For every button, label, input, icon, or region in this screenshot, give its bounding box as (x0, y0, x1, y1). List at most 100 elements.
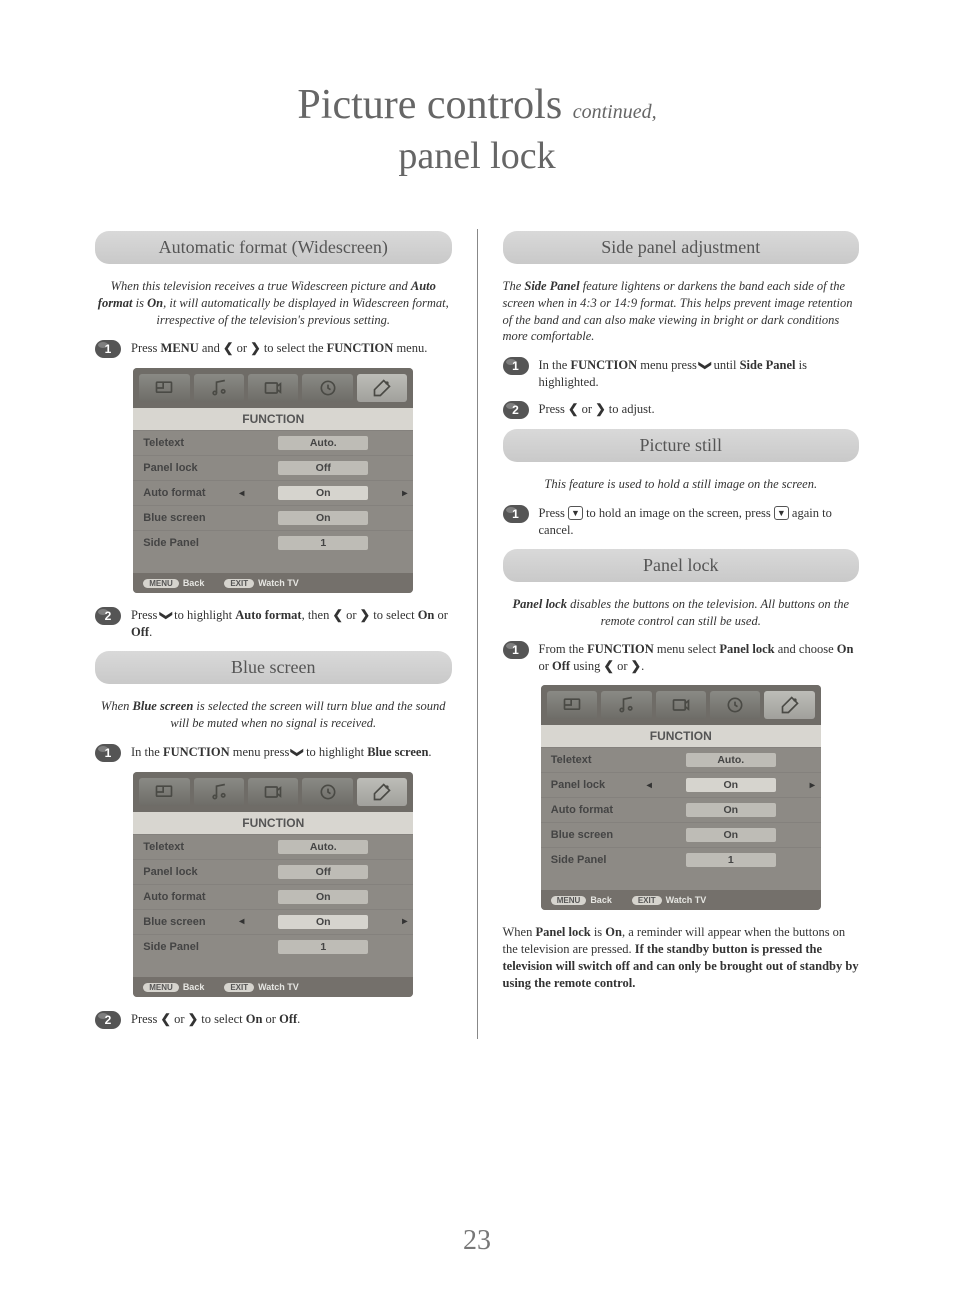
still-button-icon: ▼ (774, 506, 789, 520)
osd-tab-icon (248, 778, 298, 806)
intro-blue-screen: When Blue screen is selected the screen … (95, 698, 452, 732)
intro-panel-lock: Panel lock disables the buttons on the t… (503, 596, 860, 630)
left-triangle-icon: ◂ (239, 463, 244, 474)
right-triangle-icon: ▸ (810, 830, 815, 841)
section-heading-panel-lock: Panel lock (503, 549, 860, 582)
osd-row-label: Auto format (143, 891, 243, 903)
osd-tab-icon (710, 691, 760, 719)
left-triangle-icon: ◂ (647, 755, 652, 766)
osd-footer-watch: Watch TV (666, 895, 707, 905)
panel-lock-note: When Panel lock is On, a reminder will a… (503, 924, 860, 992)
osd-row-value: Off (278, 865, 368, 879)
osd-row-value: On (686, 778, 776, 792)
osd-icon-row (541, 685, 821, 725)
left-triangle-icon: ◂ (647, 780, 652, 791)
osd-tab-icon (194, 778, 244, 806)
section-heading-picture-still: Picture still (503, 429, 860, 462)
osd-row: Side Panel◂1▸ (541, 847, 821, 872)
left-triangle-icon: ◂ (239, 941, 244, 952)
exit-pill-icon: EXIT (224, 983, 254, 992)
osd-row-value: On (278, 511, 368, 525)
osd-row: Blue screen◂On▸ (541, 822, 821, 847)
right-arrow-icon: ❯ (631, 659, 641, 673)
menu-pill-icon: MENU (143, 579, 179, 588)
osd-row-label: Panel lock (143, 462, 243, 474)
down-arrow-icon: ❯ (697, 360, 714, 370)
right-triangle-icon: ▸ (810, 805, 815, 816)
step-auto-format-2: 2 Press ❯ to highlight Auto format, then… (95, 607, 452, 641)
right-triangle-icon: ▸ (402, 891, 407, 902)
osd-row-value: 1 (278, 536, 368, 550)
step-text: Press ▼ to hold an image on the screen, … (539, 505, 860, 539)
osd-row: Panel lock◂Off▸ (133, 859, 413, 884)
osd-menu-panel-lock: FUNCTIONTeletext◂Auto.▸Panel lock◂On▸Aut… (541, 685, 821, 910)
osd-row-value: Auto. (278, 840, 368, 854)
step-blue-screen-1: 1 In the FUNCTION menu press ❯ to highli… (95, 744, 452, 762)
osd-row-label: Teletext (551, 754, 651, 766)
osd-tab-icon (194, 374, 244, 402)
step-text: Press ❮ or ❯ to adjust. (539, 401, 860, 419)
osd-row-label: Blue screen (143, 512, 243, 524)
osd-footer: MENUBackEXITWatch TV (133, 977, 413, 997)
step-number-icon: 2 (95, 607, 121, 625)
title-sub: panel lock (398, 135, 555, 177)
exit-pill-icon: EXIT (224, 579, 254, 588)
osd-tab-icon (302, 778, 352, 806)
osd-row-label: Teletext (143, 437, 243, 449)
osd-row-label: Blue screen (143, 916, 243, 928)
osd-menu-auto-format: FUNCTIONTeletext◂Auto.▸Panel lock◂Off▸Au… (133, 368, 413, 593)
left-arrow-icon: ❮ (161, 1012, 171, 1026)
osd-row-label: Side Panel (551, 854, 651, 866)
intro-auto-format: When this television receives a true Wid… (95, 278, 452, 329)
osd-row: Auto format◂On▸ (541, 797, 821, 822)
osd-row-label: Panel lock (551, 779, 651, 791)
osd-tab-icon (302, 374, 352, 402)
osd-tab-icon (248, 374, 298, 402)
right-triangle-icon: ▸ (402, 866, 407, 877)
osd-footer-watch: Watch TV (258, 578, 299, 588)
osd-row: Blue screen◂On▸ (133, 909, 413, 934)
right-triangle-icon: ▸ (810, 855, 815, 866)
osd-row: Teletext◂Auto.▸ (541, 747, 821, 772)
step-number-icon: 2 (95, 1011, 121, 1029)
step-number-icon: 2 (503, 401, 529, 419)
osd-tab-icon (139, 778, 189, 806)
left-arrow-icon: ❮ (568, 402, 578, 416)
page-number: 23 (0, 1225, 954, 1257)
osd-row: Teletext◂Auto.▸ (133, 430, 413, 455)
osd-title: FUNCTION (133, 408, 413, 430)
right-triangle-icon: ▸ (402, 941, 407, 952)
osd-row-value: 1 (278, 940, 368, 954)
right-arrow-icon: ❯ (250, 341, 260, 355)
right-arrow-icon: ❯ (595, 402, 605, 416)
title-main: Picture controls (297, 82, 562, 128)
osd-row: Panel lock◂Off▸ (133, 455, 413, 480)
left-arrow-icon: ❮ (603, 659, 613, 673)
step-side-panel-1: 1 In the FUNCTION menu press ❯ until Sid… (503, 357, 860, 391)
osd-title: FUNCTION (541, 725, 821, 747)
osd-tab-icon (357, 374, 407, 402)
exit-pill-icon: EXIT (632, 896, 662, 905)
osd-title: FUNCTION (133, 812, 413, 834)
osd-row: Side Panel◂1▸ (133, 934, 413, 959)
left-arrow-icon: ❮ (223, 341, 233, 355)
step-number-icon: 1 (503, 505, 529, 523)
osd-row: Blue screen◂On▸ (133, 505, 413, 530)
osd-footer: MENUBackEXITWatch TV (133, 573, 413, 593)
osd-row: Side Panel◂1▸ (133, 530, 413, 555)
osd-row-label: Auto format (143, 487, 243, 499)
osd-footer-watch: Watch TV (258, 982, 299, 992)
left-triangle-icon: ◂ (647, 855, 652, 866)
osd-row-value: Off (278, 461, 368, 475)
right-arrow-icon: ❯ (360, 608, 370, 622)
section-heading-side-panel: Side panel adjustment (503, 231, 860, 264)
osd-row-label: Side Panel (143, 537, 243, 549)
osd-footer-back: Back (183, 982, 205, 992)
right-arrow-icon: ❯ (188, 1012, 198, 1026)
left-triangle-icon: ◂ (239, 488, 244, 499)
right-triangle-icon: ▸ (402, 538, 407, 549)
osd-row-label: Blue screen (551, 829, 651, 841)
osd-row-label: Teletext (143, 841, 243, 853)
step-text: In the FUNCTION menu press ❯ to highligh… (131, 744, 452, 762)
right-triangle-icon: ▸ (402, 438, 407, 449)
